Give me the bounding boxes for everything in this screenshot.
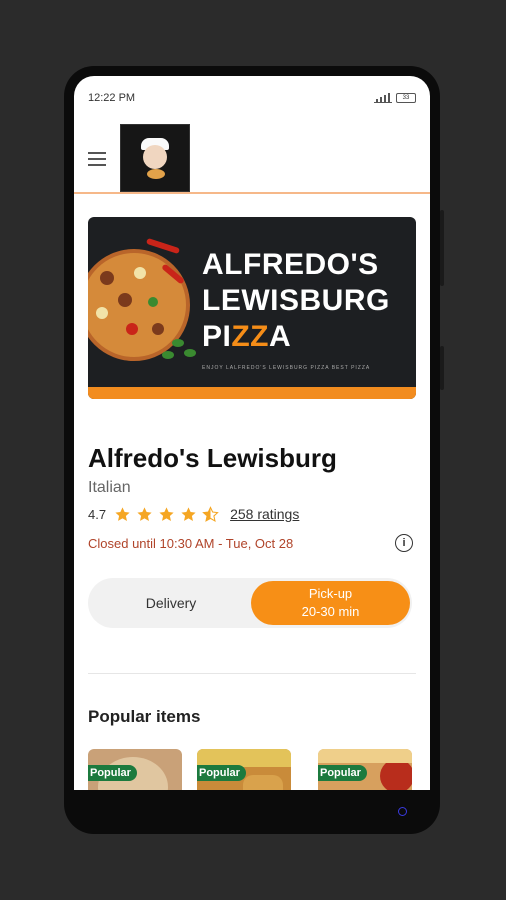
open-status-text: Closed until 10:30 AM - Tue, Oct 28: [88, 536, 294, 551]
popular-item-card[interactable]: Popular: [318, 749, 412, 790]
assistant-indicator-icon: [398, 807, 407, 816]
order-mode-toggle: Delivery Pick-up 20-30 min: [88, 578, 412, 628]
phone-frame: 12:22 PM 33 ALFREDO'S LEWISBURG PIZZA EN…: [64, 66, 444, 834]
popular-items-heading: Popular items: [88, 707, 201, 726]
pickup-time: 20-30 min: [301, 604, 360, 619]
status-time: 12:22 PM: [88, 92, 136, 104]
rating-value: 4.7: [88, 506, 107, 522]
pickup-option[interactable]: Pick-up 20-30 min: [251, 581, 410, 625]
app-header: [74, 116, 430, 194]
section-divider: [88, 673, 416, 674]
hamburger-menu-icon[interactable]: [88, 152, 106, 166]
pizza-graphic: [147, 169, 165, 179]
star-icon: [181, 506, 196, 521]
half-star-icon: [202, 505, 219, 522]
hero-banner: ALFREDO'S LEWISBURG PIZZA ENJOY LALFREDO…: [88, 217, 416, 399]
battery-icon: 33: [396, 92, 416, 103]
restaurant-cuisine: Italian: [88, 479, 131, 496]
basil-decoration: [162, 351, 174, 359]
pickup-label: Pick-up: [308, 586, 353, 601]
star-icon: [137, 506, 152, 521]
app-screen: 12:22 PM 33 ALFREDO'S LEWISBURG PIZZA EN…: [74, 76, 430, 790]
ratings-link[interactable]: 258 ratings: [230, 506, 299, 522]
banner-subtitle: ENJOY LALFREDO'S LEWISBURG PIZZA BEST PI…: [202, 365, 371, 371]
power-button: [440, 346, 444, 390]
popular-items-list: Popular Popular Popular: [88, 749, 416, 790]
star-icon: [115, 506, 130, 521]
popular-badge: Popular: [88, 765, 137, 781]
paint-stroke-decoration: [88, 387, 416, 399]
restaurant-logo: [120, 124, 190, 192]
banner-title: ALFREDO'S LEWISBURG PIZZA: [202, 248, 390, 353]
star-icon: [159, 506, 174, 521]
basil-decoration: [184, 349, 196, 357]
popular-badge: Popular: [197, 765, 246, 781]
popular-item-card[interactable]: Popular: [197, 749, 291, 790]
delivery-option[interactable]: Delivery: [88, 578, 254, 628]
info-icon[interactable]: i: [395, 534, 413, 552]
restaurant-name: Alfredo's Lewisburg: [88, 443, 337, 473]
chef-face-graphic: [143, 145, 167, 169]
signal-icon: [374, 92, 392, 103]
status-bar: 12:22 PM 33: [88, 92, 416, 106]
rating-row: 4.7 258 ratings: [88, 504, 299, 524]
basil-decoration: [172, 339, 184, 347]
popular-item-card[interactable]: Popular: [88, 749, 182, 790]
volume-button: [440, 210, 444, 286]
popular-badge: Popular: [318, 765, 367, 781]
